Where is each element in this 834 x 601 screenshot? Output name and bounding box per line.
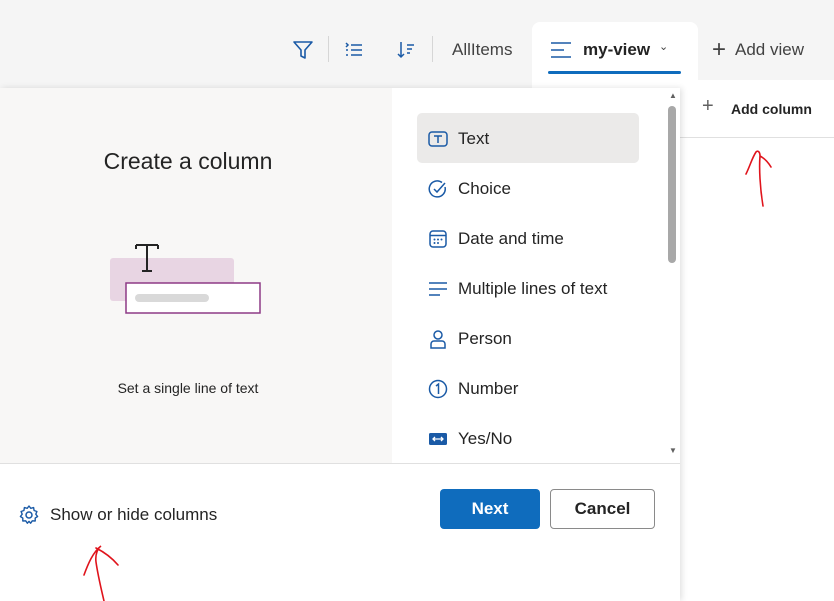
plus-icon: + — [712, 36, 727, 63]
yes-no-toggle-icon — [427, 428, 449, 450]
column-type-label: Person — [458, 329, 512, 348]
current-view-label: my-view — [583, 40, 651, 59]
red-arrow-annotation — [83, 545, 119, 601]
column-type-label: Choice — [458, 179, 511, 198]
footer-divider — [0, 463, 680, 464]
column-type-label: Number — [458, 379, 519, 398]
command-bar: AllItems my-view ⌄ + Add view — [0, 0, 834, 88]
cancel-button[interactable]: Cancel — [550, 489, 655, 529]
column-type-choice[interactable]: Choice — [417, 163, 639, 213]
column-type-text[interactable]: Text — [417, 113, 639, 163]
group-by-icon[interactable] — [340, 36, 368, 64]
add-view-label: Add view — [735, 40, 804, 59]
add-view-button[interactable]: + Add view — [712, 38, 804, 62]
toolbar-divider — [432, 36, 433, 62]
column-type-label: Yes/No — [458, 429, 513, 448]
column-type-label: Date and time — [458, 229, 564, 248]
filter-icon[interactable] — [289, 36, 317, 64]
toolbar-divider — [328, 36, 329, 62]
column-type-yes-no[interactable]: Yes/No — [417, 413, 639, 463]
create-column-panel: Create a column Set a single line of tex… — [0, 88, 680, 601]
empty-area — [680, 560, 834, 601]
active-tab-indicator — [548, 71, 681, 74]
person-icon — [427, 328, 449, 350]
add-column-button[interactable]: + Add column — [680, 80, 834, 138]
view-tab-allitems[interactable]: AllItems — [452, 40, 512, 60]
view-list-icon — [551, 42, 571, 58]
check-circle-icon — [427, 178, 449, 200]
view-tab-current[interactable]: my-view ⌄ — [532, 22, 698, 88]
chevron-down-icon[interactable]: ⌄ — [659, 40, 668, 53]
scroll-up-arrow-icon[interactable]: ▲ — [669, 91, 677, 100]
column-type-label: Multiple lines of text — [458, 279, 608, 298]
calendar-icon — [427, 228, 449, 250]
sort-icon[interactable] — [392, 36, 420, 64]
column-type-number[interactable]: Number — [417, 363, 639, 413]
show-hide-columns-label: Show or hide columns — [50, 505, 218, 524]
column-type-label: Text — [458, 129, 490, 148]
gear-icon — [19, 505, 39, 524]
plus-icon: + — [702, 95, 714, 117]
panel-description: Set a single line of text — [117, 380, 259, 396]
column-preview: Create a column Set a single line of tex… — [0, 88, 392, 464]
panel-title: Create a column — [103, 148, 273, 174]
next-button[interactable]: Next — [440, 489, 540, 529]
multiline-text-icon — [427, 278, 449, 300]
column-type-person[interactable]: Person — [417, 313, 639, 363]
column-type-scrollbar[interactable]: ▲ ▼ — [666, 88, 680, 464]
text-box-icon — [427, 128, 449, 150]
add-column-label: Add column — [731, 101, 812, 117]
column-type-date-and-time[interactable]: Date and time — [417, 213, 639, 263]
text-field-illustration — [110, 244, 261, 314]
red-arrow-annotation — [745, 150, 772, 207]
column-type-multiple-lines[interactable]: Multiple lines of text — [417, 263, 639, 313]
column-type-list: Text Choice Date and time Multiple lines… — [392, 88, 666, 464]
scrollbar-thumb[interactable] — [668, 106, 676, 263]
scroll-down-arrow-icon[interactable]: ▼ — [669, 446, 677, 455]
show-hide-columns-link[interactable]: Show or hide columns — [18, 504, 217, 526]
number-circle-icon — [427, 378, 449, 400]
